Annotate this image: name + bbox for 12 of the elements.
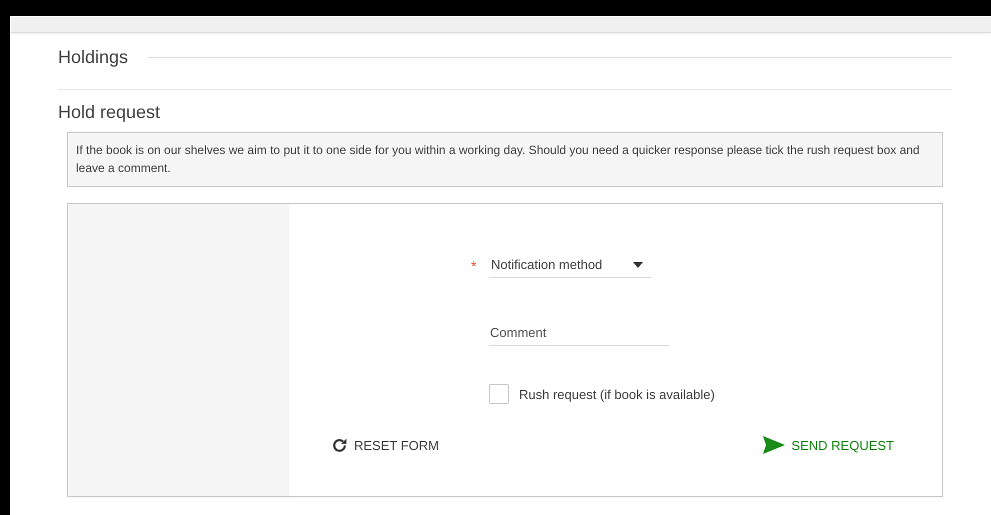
section-heading: Holdings <box>58 46 128 68</box>
required-mark: * <box>471 258 478 274</box>
caret-icon <box>633 262 643 268</box>
refresh-icon <box>331 436 348 454</box>
info-notice: If the book is on our shelves we aim to put it to one side for you within a working day. Should you need a quicker response please tick the rush request box and leave a comment. <box>67 132 943 187</box>
send-icon <box>763 436 786 454</box>
section-heading: Hold request <box>58 101 162 123</box>
reset-button[interactable]: RESET FORM <box>329 434 441 456</box>
rush-checkbox[interactable] <box>489 384 509 404</box>
checkbox-label: Rush request (if book is available) <box>519 386 715 402</box>
send-button[interactable]: SEND REQUEST <box>761 434 896 456</box>
notification-select[interactable]: Notification method <box>489 254 651 278</box>
